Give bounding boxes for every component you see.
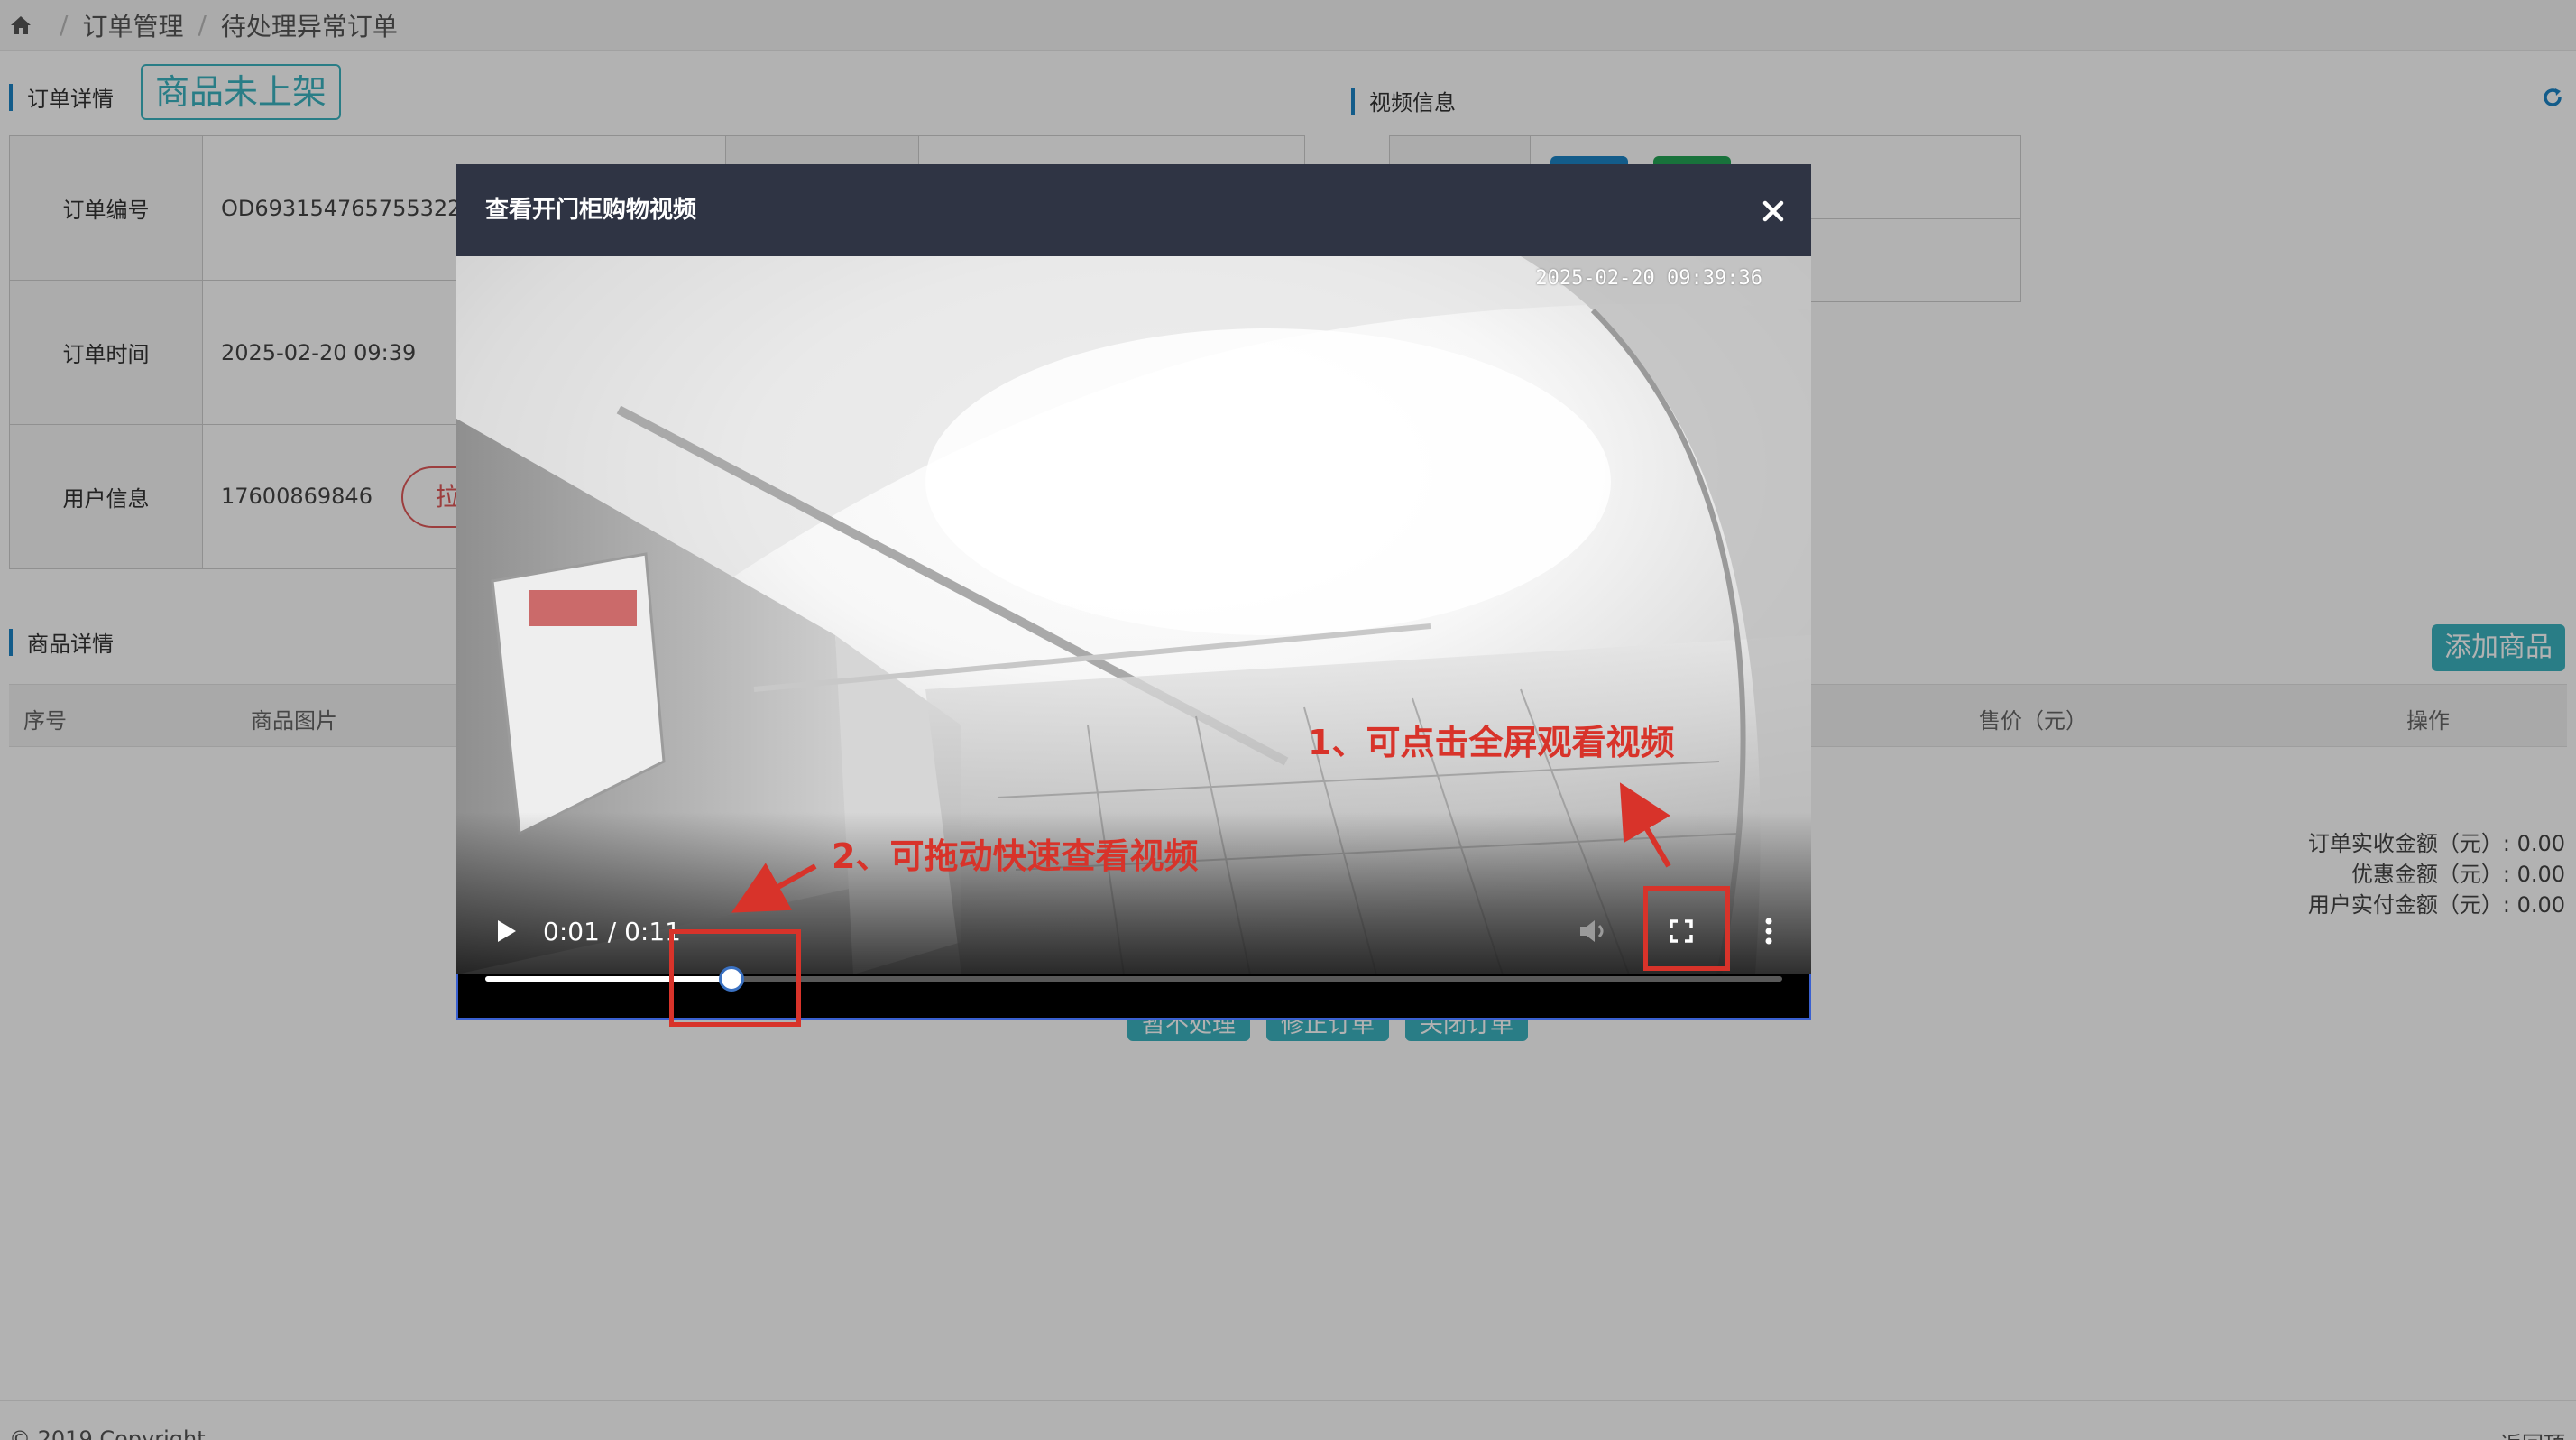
progress-highlight-box [669, 929, 801, 1027]
drag-annotation-text: 2、可拖动快速查看视频 [832, 836, 1199, 876]
fullscreen-annotation-arrow [1619, 782, 1671, 868]
fullscreen-highlight-box [1643, 886, 1730, 971]
drag-annotation-arrow [731, 863, 817, 913]
annotation-arrows [731, 782, 1671, 913]
fullscreen-annotation-text: 1、可点击全屏观看视频 [1308, 723, 1675, 762]
